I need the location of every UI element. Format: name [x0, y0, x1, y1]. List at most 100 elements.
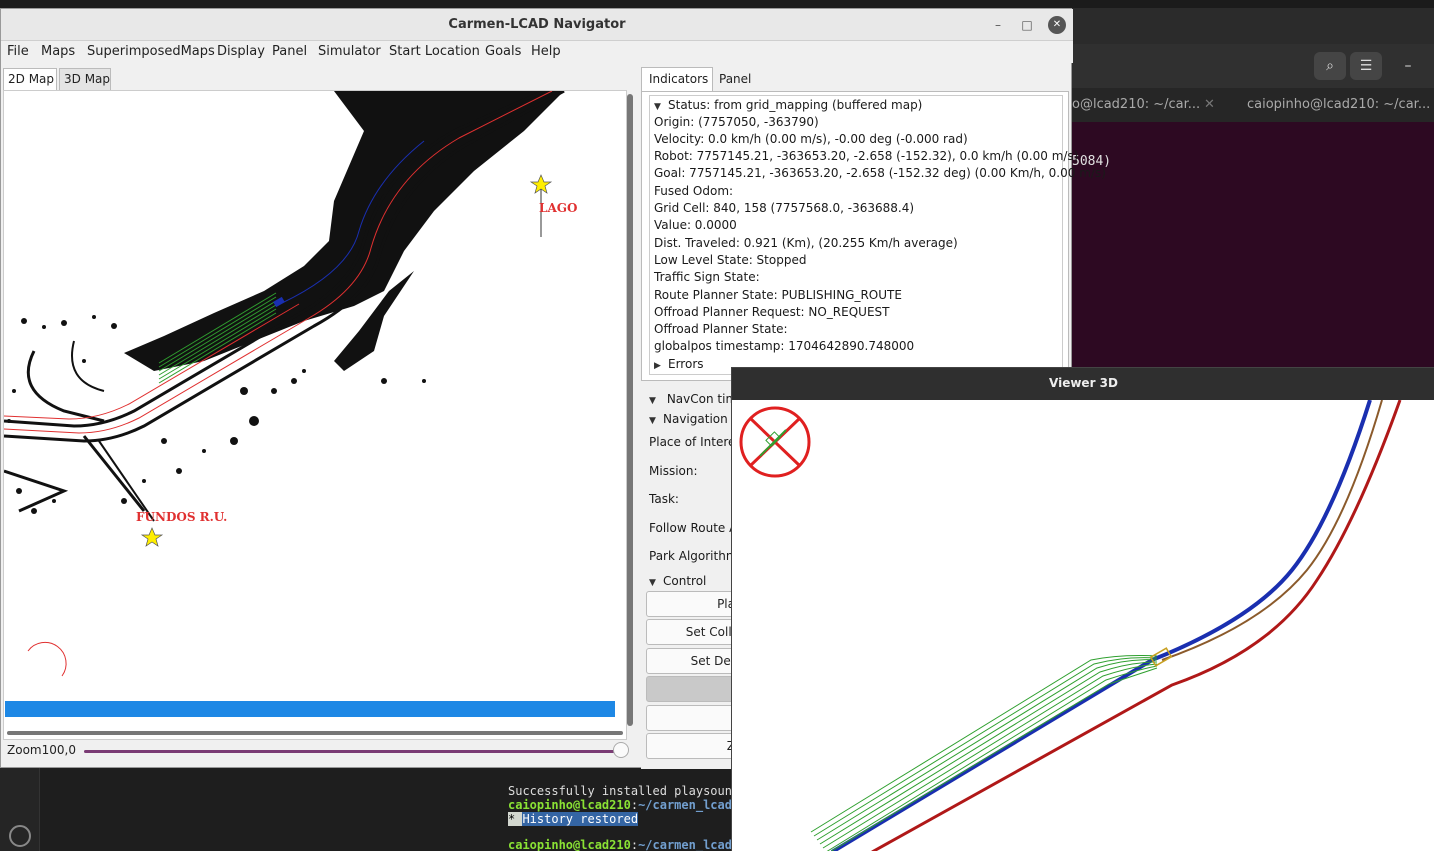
- minimize-icon[interactable]: –: [1392, 52, 1424, 80]
- field-mission: Mission:: [649, 464, 698, 478]
- terminal-header: ⌕ ☰ –: [1072, 44, 1434, 88]
- control-row[interactable]: ▼ Control: [649, 574, 706, 588]
- close-icon[interactable]: ✕: [1204, 97, 1215, 112]
- terminal-history-line: * History restored: [508, 812, 639, 826]
- viewer-3d-window: Viewer 3D: [731, 367, 1434, 851]
- expand-triangle-icon[interactable]: ▼: [649, 416, 663, 426]
- zoom-slider-handle[interactable]: [613, 742, 629, 758]
- menu-file[interactable]: File: [7, 44, 29, 59]
- field-follow-route: Follow Route A: [649, 521, 738, 535]
- terminal-line: Successfully installed playsound: [508, 784, 735, 798]
- indicator-line: Origin: (7757050, -363790): [654, 115, 819, 129]
- no-entry-sign-icon: [739, 406, 811, 478]
- viewer-titlebar[interactable]: Viewer 3D: [732, 368, 1434, 400]
- route-brown-line: [1161, 400, 1383, 661]
- minimize-icon[interactable]: –: [989, 16, 1007, 34]
- obstacle-region: [124, 91, 564, 371]
- viewer-title: Viewer 3D: [1049, 376, 1118, 390]
- user-icon[interactable]: [9, 825, 31, 847]
- indicator-line: Fused Odom:: [654, 184, 734, 198]
- map-2d-drawing: [4, 91, 565, 677]
- menu-goals[interactable]: Goals: [485, 44, 521, 59]
- indicators-panel: ▼ Status: from grid_mapping (buffered map…: [641, 91, 1106, 381]
- field-task: Task:: [649, 492, 679, 506]
- terminal-tab-2[interactable]: caiopinho@lcad210: ~/car...: [1247, 97, 1430, 112]
- collapse-triangle-icon[interactable]: ▶: [654, 361, 668, 371]
- expand-triangle-icon[interactable]: ▼: [654, 102, 668, 112]
- route-blue-line: [830, 400, 1372, 851]
- indicator-line: Offroad Planner State:: [654, 322, 788, 336]
- field-park-algorithm: Park Algorithn: [649, 549, 734, 563]
- map-label-lago: LAGO: [539, 201, 578, 215]
- field-place-of-interest: Place of Intere: [649, 435, 736, 449]
- bottom-terminal[interactable]: Successfully installed playsound caiopin…: [490, 768, 735, 851]
- terminal-tabs: o@lcad210: ~/car... ✕ caiopinho@lcad210:…: [1072, 88, 1434, 122]
- zoom-label: Zoom100,0: [7, 743, 76, 757]
- zoom-slider[interactable]: [84, 750, 619, 753]
- status-text: Status: from grid_mapping (buffered map): [668, 98, 923, 112]
- map-label-fundos: FUNDOS R.U.: [136, 510, 228, 524]
- maximize-icon[interactable]: □: [1018, 16, 1036, 34]
- tab-indicators[interactable]: Indicators: [641, 67, 713, 91]
- errors-line[interactable]: ▶ Errors: [654, 357, 704, 371]
- navcon-label: NavCon tim: [666, 392, 738, 406]
- expand-triangle-icon[interactable]: ▼: [649, 578, 663, 588]
- indicator-line: Value: 0.0000: [654, 218, 737, 232]
- window-titlebar[interactable]: Carmen-LCAD Navigator – □ ✕: [1, 9, 1073, 41]
- menu-display[interactable]: Display: [217, 44, 265, 59]
- road-branch: [4, 469, 69, 513]
- navcon-row[interactable]: ▼ NavCon tim: [649, 392, 737, 406]
- indicator-line: Route Planner State: PUBLISHING_ROUTE: [654, 288, 902, 302]
- viewer-3d-drawing: [739, 400, 1402, 851]
- close-icon[interactable]: ✕: [1048, 16, 1066, 34]
- map-horizontal-scrollbar[interactable]: [7, 731, 623, 735]
- indicator-line: Low Level State: Stopped: [654, 253, 807, 267]
- prompt-user: caiopinho@lcad210: [508, 798, 631, 812]
- tab-2d-map[interactable]: 2D Map: [3, 68, 57, 90]
- viewer-3d-canvas[interactable]: [732, 400, 1434, 851]
- map-vertical-scrollbar[interactable]: [627, 94, 633, 726]
- terminal-prompt: caiopinho@lcad210:~/carmen_lcad$: [508, 798, 735, 812]
- prompt-user: caiopinho@lcad210: [508, 838, 631, 851]
- control-label: Control: [663, 574, 707, 588]
- menu-help[interactable]: Help: [531, 44, 561, 59]
- menu-bar: File Maps SuperimposedMaps Display Panel…: [1, 41, 1073, 63]
- robot-arc: [27, 641, 67, 677]
- background-terminal[interactable]: ⌕ ☰ – o@lcad210: ~/car... ✕ caiopinho@lc…: [1072, 44, 1434, 374]
- search-icon[interactable]: ⌕: [1314, 52, 1346, 80]
- indicator-line: Offroad Planner Request: NO_REQUEST: [654, 305, 890, 319]
- prompt-path: ~/carmen_lcad$: [638, 838, 735, 851]
- candidate-paths: [810, 655, 1158, 851]
- prompt-path: ~/carmen_lcad$: [638, 798, 735, 812]
- terminal-tab-1[interactable]: o@lcad210: ~/car...: [1072, 97, 1200, 112]
- tab-panel[interactable]: Panel: [715, 67, 761, 91]
- terminal-prompt: caiopinho@lcad210:~/carmen_lcad$: [508, 838, 735, 851]
- errors-label: Errors: [668, 357, 704, 371]
- road-branch: [82, 435, 146, 512]
- menu-panel[interactable]: Panel: [272, 44, 307, 59]
- history-star: *: [508, 812, 523, 826]
- status-line[interactable]: ▼ Status: from grid_mapping (buffered map…: [654, 98, 922, 112]
- indicator-line: Goal: 7757145.21, -363653.20, -2.658 (-1…: [654, 166, 1106, 180]
- route-red-line: [871, 400, 1402, 851]
- menu-superimposed-maps[interactable]: SuperimposedMaps: [87, 44, 215, 59]
- map-2d-canvas[interactable]: LAGO FUNDOS R.U.: [3, 90, 627, 740]
- menu-start-location[interactable]: Start Location: [389, 44, 480, 59]
- desktop-top-bar: [0, 0, 1434, 8]
- indicator-line: Dist. Traveled: 0.921 (Km), (20.255 Km/h…: [654, 236, 958, 250]
- hamburger-menu-icon[interactable]: ☰: [1350, 52, 1382, 80]
- menu-simulator[interactable]: Simulator: [318, 44, 381, 59]
- road-edge: [71, 340, 105, 392]
- navigation-label: Navigation: [663, 412, 728, 426]
- tab-3d-map[interactable]: 3D Map: [59, 68, 111, 90]
- star-icon[interactable]: [140, 527, 164, 547]
- menu-maps[interactable]: Maps: [41, 44, 75, 59]
- navigation-row[interactable]: ▼ Navigation: [649, 412, 728, 426]
- indicator-line: Velocity: 0.0 km/h (0.00 m/s), -0.00 deg…: [654, 132, 968, 146]
- history-badge: History restored: [522, 812, 639, 826]
- expand-triangle-icon[interactable]: ▼: [649, 396, 663, 406]
- indicator-line: Traffic Sign State:: [654, 270, 760, 284]
- indicator-line: Robot: 7757145.21, -363653.20, -2.658 (-…: [654, 149, 1079, 163]
- indicator-line: globalpos timestamp: 1704642890.748000: [654, 339, 915, 353]
- road-edge: [26, 350, 105, 423]
